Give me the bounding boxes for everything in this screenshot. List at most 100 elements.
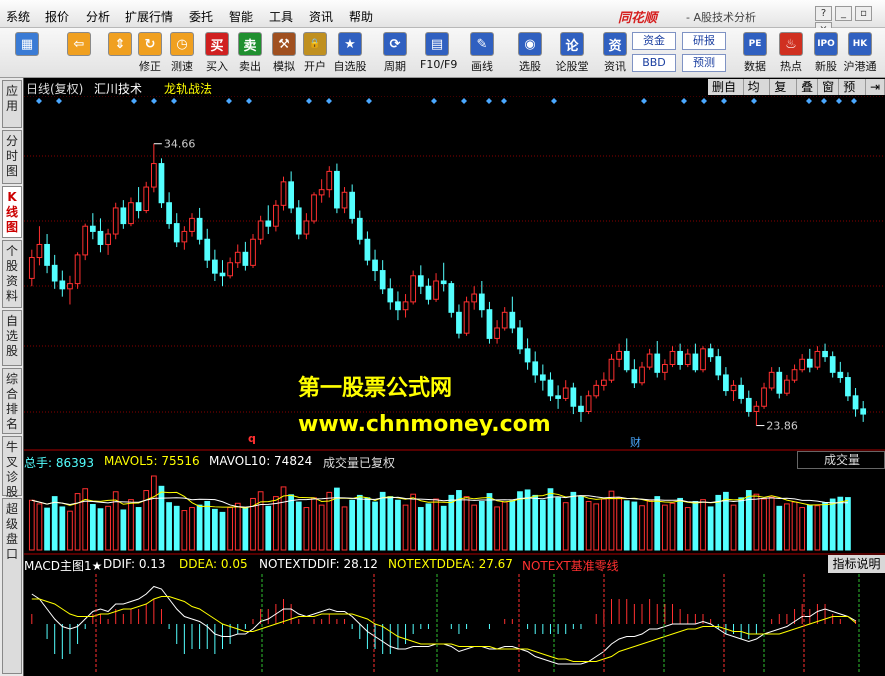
research-report-button[interactable]: 研报 xyxy=(682,32,726,50)
volume-bar xyxy=(532,494,539,551)
toolbar-label: 模拟 xyxy=(273,60,295,73)
side-tab-1[interactable]: 分时图 xyxy=(2,130,22,184)
signal-diamond-icon xyxy=(226,98,232,104)
candle-body xyxy=(539,374,546,381)
candle-body xyxy=(257,220,264,240)
stock-chart[interactable]: 34.66 23.86 q 财 xyxy=(24,96,885,676)
toolbar-button-sse-hk[interactable]: HK 沪港通 xyxy=(843,32,877,74)
toolbar-button-f10[interactable]: ▤ F10/F9 xyxy=(420,32,457,71)
side-tab-3[interactable]: 个股资料 xyxy=(2,240,22,308)
volume-bar xyxy=(303,507,310,551)
indicator-help-button[interactable]: 指标说明 xyxy=(828,555,885,573)
window-button[interactable]: 窗 xyxy=(818,79,840,95)
side-tab-2[interactable]: K线图 xyxy=(2,186,22,238)
toolbar-button-refresh[interactable]: ↻ 修正 xyxy=(133,32,167,74)
collapse-icon[interactable]: ⇥ xyxy=(866,79,885,95)
volume-bar xyxy=(669,502,676,551)
candle-body xyxy=(547,379,554,397)
toolbar-button-up-down[interactable]: ⇕ xyxy=(103,32,137,58)
toolbar-label: 新股 xyxy=(815,60,837,73)
toolbar-label: 资讯 xyxy=(604,60,626,73)
capital-button[interactable]: 资金 xyxy=(632,32,676,50)
buy-icon: 买 xyxy=(205,32,229,56)
signal-diamond-icon xyxy=(851,98,857,104)
candle-body xyxy=(623,350,630,371)
low-price-label: 23.86 xyxy=(766,420,798,433)
toolbar-button-news[interactable]: 资资讯 xyxy=(598,32,632,74)
forecast-button[interactable]: 预测 xyxy=(839,79,866,110)
toolbar-button-lock[interactable]: 🔒 开户 xyxy=(298,32,332,74)
restore-icon[interactable]: ▫ xyxy=(855,6,872,21)
hammer-icon: ⚒ xyxy=(272,32,296,56)
toolbar-label: 画线 xyxy=(471,60,493,73)
macd-name: MACD主图1★ xyxy=(24,559,103,573)
menu-smart[interactable]: 智能 xyxy=(229,8,253,25)
volume-bar xyxy=(356,494,363,551)
candle-body xyxy=(555,395,561,399)
candle-body xyxy=(341,191,348,209)
candle-body xyxy=(578,405,584,412)
up-down-icon: ⇕ xyxy=(108,32,132,56)
signal-diamond-icon xyxy=(131,98,137,104)
delete-watchlist-button[interactable]: 删自选 xyxy=(708,79,744,110)
volume-bar xyxy=(173,505,180,551)
toolbar-button-pen[interactable]: ✎ 画线 xyxy=(465,32,499,74)
toolbar-button-back-arrow[interactable]: ⇦ xyxy=(62,32,96,58)
volume-indicator-select[interactable]: 成交量 xyxy=(797,451,885,469)
overlay-button[interactable]: 叠 xyxy=(797,79,819,95)
sell-icon: 卖 xyxy=(238,32,262,56)
ipo-icon: IPO xyxy=(814,32,838,56)
toolbar-button-fire[interactable]: ♨ 热点 xyxy=(774,32,808,74)
volume-bar xyxy=(105,505,111,551)
toolbar-button-select-stock[interactable]: ◉ 选股 xyxy=(513,32,547,74)
help-window-icon[interactable]: ? xyxy=(815,6,832,21)
candle-body xyxy=(684,353,691,365)
side-tab-6[interactable]: 牛叉诊股 xyxy=(2,436,22,499)
toolbar-button-cycle[interactable]: ⟳ 周期 xyxy=(378,32,412,74)
period-label[interactable]: 日线(复权) xyxy=(26,80,83,97)
side-tab-7[interactable]: 超级盘口 xyxy=(2,498,22,674)
menu-entrust[interactable]: 委托 xyxy=(189,8,213,25)
volume-bar xyxy=(654,496,661,551)
side-tab-4[interactable]: 自选股 xyxy=(2,310,22,366)
menu-analysis[interactable]: 分析 xyxy=(86,8,110,25)
menu-quote[interactable]: 报价 xyxy=(45,8,69,25)
candle-body xyxy=(379,270,386,290)
toolbar-button-star-folder[interactable]: ★ 自选股 xyxy=(333,32,367,74)
toolbar-button-pe[interactable]: PE 数据 xyxy=(738,32,772,74)
menu-help[interactable]: 帮助 xyxy=(349,8,373,25)
volume-bar xyxy=(166,502,172,551)
candle-body xyxy=(105,233,111,245)
toolbar-button-sell[interactable]: 卖卖出 xyxy=(233,32,267,74)
sse-hk-icon: HK xyxy=(848,32,872,56)
forecast-small-button[interactable]: 预测 xyxy=(682,54,726,72)
ma-button[interactable]: 均线 xyxy=(744,79,771,110)
volume-bar xyxy=(89,504,96,551)
volume-bar xyxy=(97,508,104,551)
side-tabs: 应用 分时图 K线图 个股资料 自选股 综合排名 牛叉诊股 超级盘口 xyxy=(0,78,24,676)
minimize-icon[interactable]: _ xyxy=(835,6,852,21)
toolbar-button-windows[interactable]: ▦ xyxy=(10,32,44,58)
menu-tools[interactable]: 工具 xyxy=(269,8,293,25)
signal-diamond-icon xyxy=(366,98,372,104)
candle-body xyxy=(791,369,798,381)
candle-body xyxy=(219,272,226,277)
volume-bar xyxy=(36,503,43,551)
volume-bar xyxy=(288,494,295,551)
adjust-button[interactable]: 复权 xyxy=(770,79,798,110)
volume-bar xyxy=(539,499,546,551)
side-tab-0[interactable]: 应用 xyxy=(2,80,22,128)
menu-system[interactable]: 系统 xyxy=(6,8,30,25)
toolbar-button-forum[interactable]: 论论股堂 xyxy=(555,32,589,74)
toolbar-button-clock[interactable]: ◷ 测速 xyxy=(165,32,199,74)
menu-news[interactable]: 资讯 xyxy=(309,8,333,25)
menu-extended-market[interactable]: 扩展行情 xyxy=(125,8,173,25)
volume-bar xyxy=(204,500,211,551)
volume-bar xyxy=(440,505,447,551)
toolbar-button-ipo[interactable]: IPO 新股 xyxy=(809,32,843,74)
brand-logo: 同花顺 xyxy=(618,11,658,26)
bbd-button[interactable]: BBD xyxy=(632,54,676,72)
side-tab-5[interactable]: 综合排名 xyxy=(2,368,22,434)
toolbar-button-buy[interactable]: 买买入 xyxy=(200,32,234,74)
toolbar-button-hammer[interactable]: ⚒ 模拟 xyxy=(267,32,301,74)
